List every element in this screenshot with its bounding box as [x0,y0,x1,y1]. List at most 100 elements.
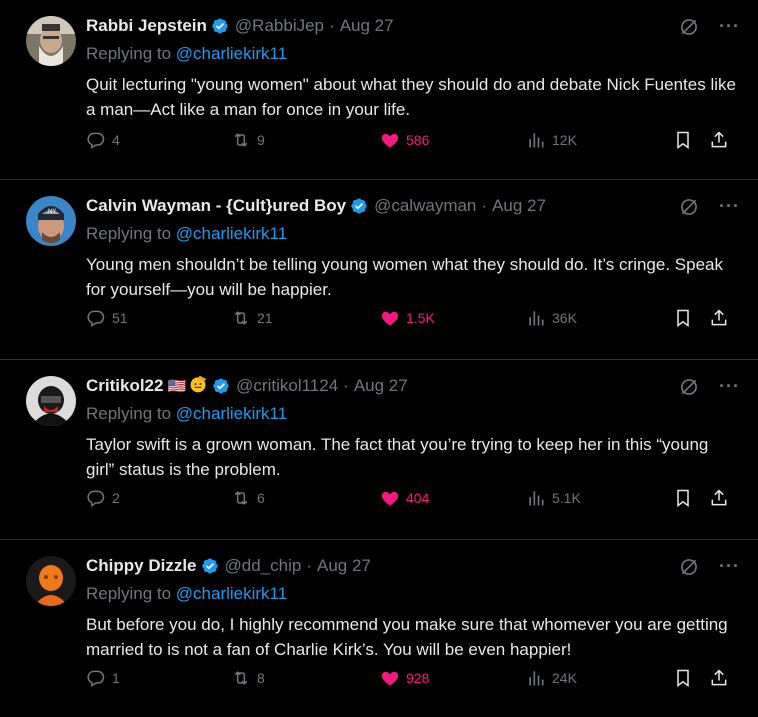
repost-button[interactable]: 9 [231,130,265,150]
replying-to-link[interactable]: @charliekirk11 [176,404,287,423]
views-icon [529,671,544,686]
tweet-header: Calvin Wayman - {Cult}ured Boy @calwayma… [86,194,740,218]
bookmark-button[interactable] [673,488,693,508]
tweet-header: Chippy Dizzle @dd_chip · Aug 27 ··· [86,554,740,578]
display-name[interactable]: Rabbi Jepstein [86,16,207,36]
views-button[interactable]: 24K [526,668,577,688]
grok-icon[interactable] [679,557,699,577]
share-button[interactable] [709,130,729,150]
verified-badge-icon [351,198,367,214]
views-button[interactable]: 12K [526,130,577,150]
tweet-content: Rabbi Jepstein @RabbiJep · Aug 27 ··· Re… [86,14,740,122]
repost-count: 9 [257,132,265,148]
heart-icon [381,133,399,148]
tweet[interactable]: Chippy Dizzle @dd_chip · Aug 27 ··· Repl… [0,540,758,717]
share-button[interactable] [709,488,729,508]
share-icon [711,669,727,686]
bookmark-icon [677,489,689,507]
tweet[interactable]: Critikol22 🇺🇸 @critikol1124 · Aug 27 ···… [0,360,758,540]
bookmark-icon [677,309,689,327]
more-icon[interactable]: ··· [719,376,740,397]
repost-button[interactable]: 21 [231,308,273,328]
bookmark-button[interactable] [673,308,693,328]
display-name[interactable]: Chippy Dizzle [86,556,197,576]
tweet[interactable]: NY Calvin Wayman - {Cult}ured Boy @calwa… [0,180,758,360]
replying-to-line: Replying to @charliekirk11 [86,44,740,66]
share-button[interactable] [709,308,729,328]
handle[interactable]: @critikol1124 [236,376,338,396]
share-button[interactable] [709,668,729,688]
tweet-content: Critikol22 🇺🇸 @critikol1124 · Aug 27 ···… [86,374,740,482]
view-count: 12K [552,132,577,148]
display-name[interactable]: Calvin Wayman - {Cult}ured Boy [86,196,346,216]
replying-to-line: Replying to @charliekirk11 [86,224,740,246]
reply-button[interactable]: 1 [86,668,120,688]
avatar[interactable]: NY [26,196,76,246]
repost-count: 8 [257,670,265,686]
tweet-content: Chippy Dizzle @dd_chip · Aug 27 ··· Repl… [86,554,740,662]
grok-icon[interactable] [679,17,699,37]
grok-icon[interactable] [679,197,699,217]
avatar[interactable] [26,556,76,606]
more-icon[interactable]: ··· [719,196,740,217]
like-count: 928 [406,670,430,686]
like-count: 1.5K [406,310,435,326]
bookmark-button[interactable] [673,668,693,688]
replying-to-line: Replying to @charliekirk11 [86,404,740,426]
replying-to-link[interactable]: @charliekirk11 [176,584,287,603]
header-actions: ··· [679,376,740,397]
timestamp[interactable]: Aug 27 [317,556,371,576]
repost-icon [234,491,248,505]
tweet-text: But before you do, I highly recommend yo… [86,615,728,659]
timestamp[interactable]: Aug 27 [354,376,408,396]
tweet-text: Quit lecturing "young women" about what … [86,75,736,119]
tweet-text: Young men shouldn’t be telling young wom… [86,255,723,299]
views-icon [529,311,544,326]
verified-badge-icon [201,558,218,574]
replying-to-link[interactable]: @charliekirk11 [176,224,287,243]
bookmark-button[interactable] [673,130,693,150]
repost-count: 21 [257,310,273,326]
display-name[interactable]: Critikol22 [86,376,163,396]
handle[interactable]: @RabbiJep [235,16,324,36]
tweet[interactable]: Rabbi Jepstein @RabbiJep · Aug 27 ··· Re… [0,0,758,180]
handle[interactable]: @calwayman [374,196,476,216]
heart-icon [381,671,399,686]
timestamp[interactable]: Aug 27 [340,16,394,36]
handle[interactable]: @dd_chip [225,556,302,576]
repost-button[interactable]: 6 [231,488,265,508]
heart-icon [381,491,399,506]
replying-to-line: Replying to @charliekirk11 [86,584,740,606]
reply-button[interactable]: 4 [86,130,120,150]
like-count: 404 [406,490,430,506]
repost-button[interactable]: 8 [231,668,265,688]
more-icon[interactable]: ··· [719,556,740,577]
separator-dot: · [481,196,488,215]
like-button[interactable]: 1.5K [380,308,435,328]
share-icon [711,489,727,506]
more-icon[interactable]: ··· [719,16,740,37]
reply-button[interactable]: 2 [86,488,120,508]
avatar[interactable] [26,376,76,426]
timestamp[interactable]: Aug 27 [492,196,546,216]
like-button[interactable]: 586 [380,130,429,150]
replying-to-label: Replying to [86,584,176,603]
grok-icon[interactable] [679,377,699,397]
tweet-content: Calvin Wayman - {Cult}ured Boy @calwayma… [86,194,740,302]
separator-dot: · [343,376,349,395]
like-button[interactable]: 404 [380,488,429,508]
avatar[interactable] [26,16,76,66]
views-button[interactable]: 36K [526,308,577,328]
reply-icon [87,670,105,687]
header-actions: ··· [679,16,740,37]
heart-icon [381,311,399,326]
views-icon [529,133,544,148]
separator-dot: · [306,556,312,575]
like-button[interactable]: 928 [380,668,429,688]
tweet-header: Rabbi Jepstein @RabbiJep · Aug 27 ··· [86,14,740,38]
reply-button[interactable]: 51 [86,308,128,328]
header-actions: ··· [679,196,740,217]
views-button[interactable]: 5.1K [526,488,581,508]
repost-icon [234,311,248,325]
replying-to-link[interactable]: @charliekirk11 [176,44,287,63]
